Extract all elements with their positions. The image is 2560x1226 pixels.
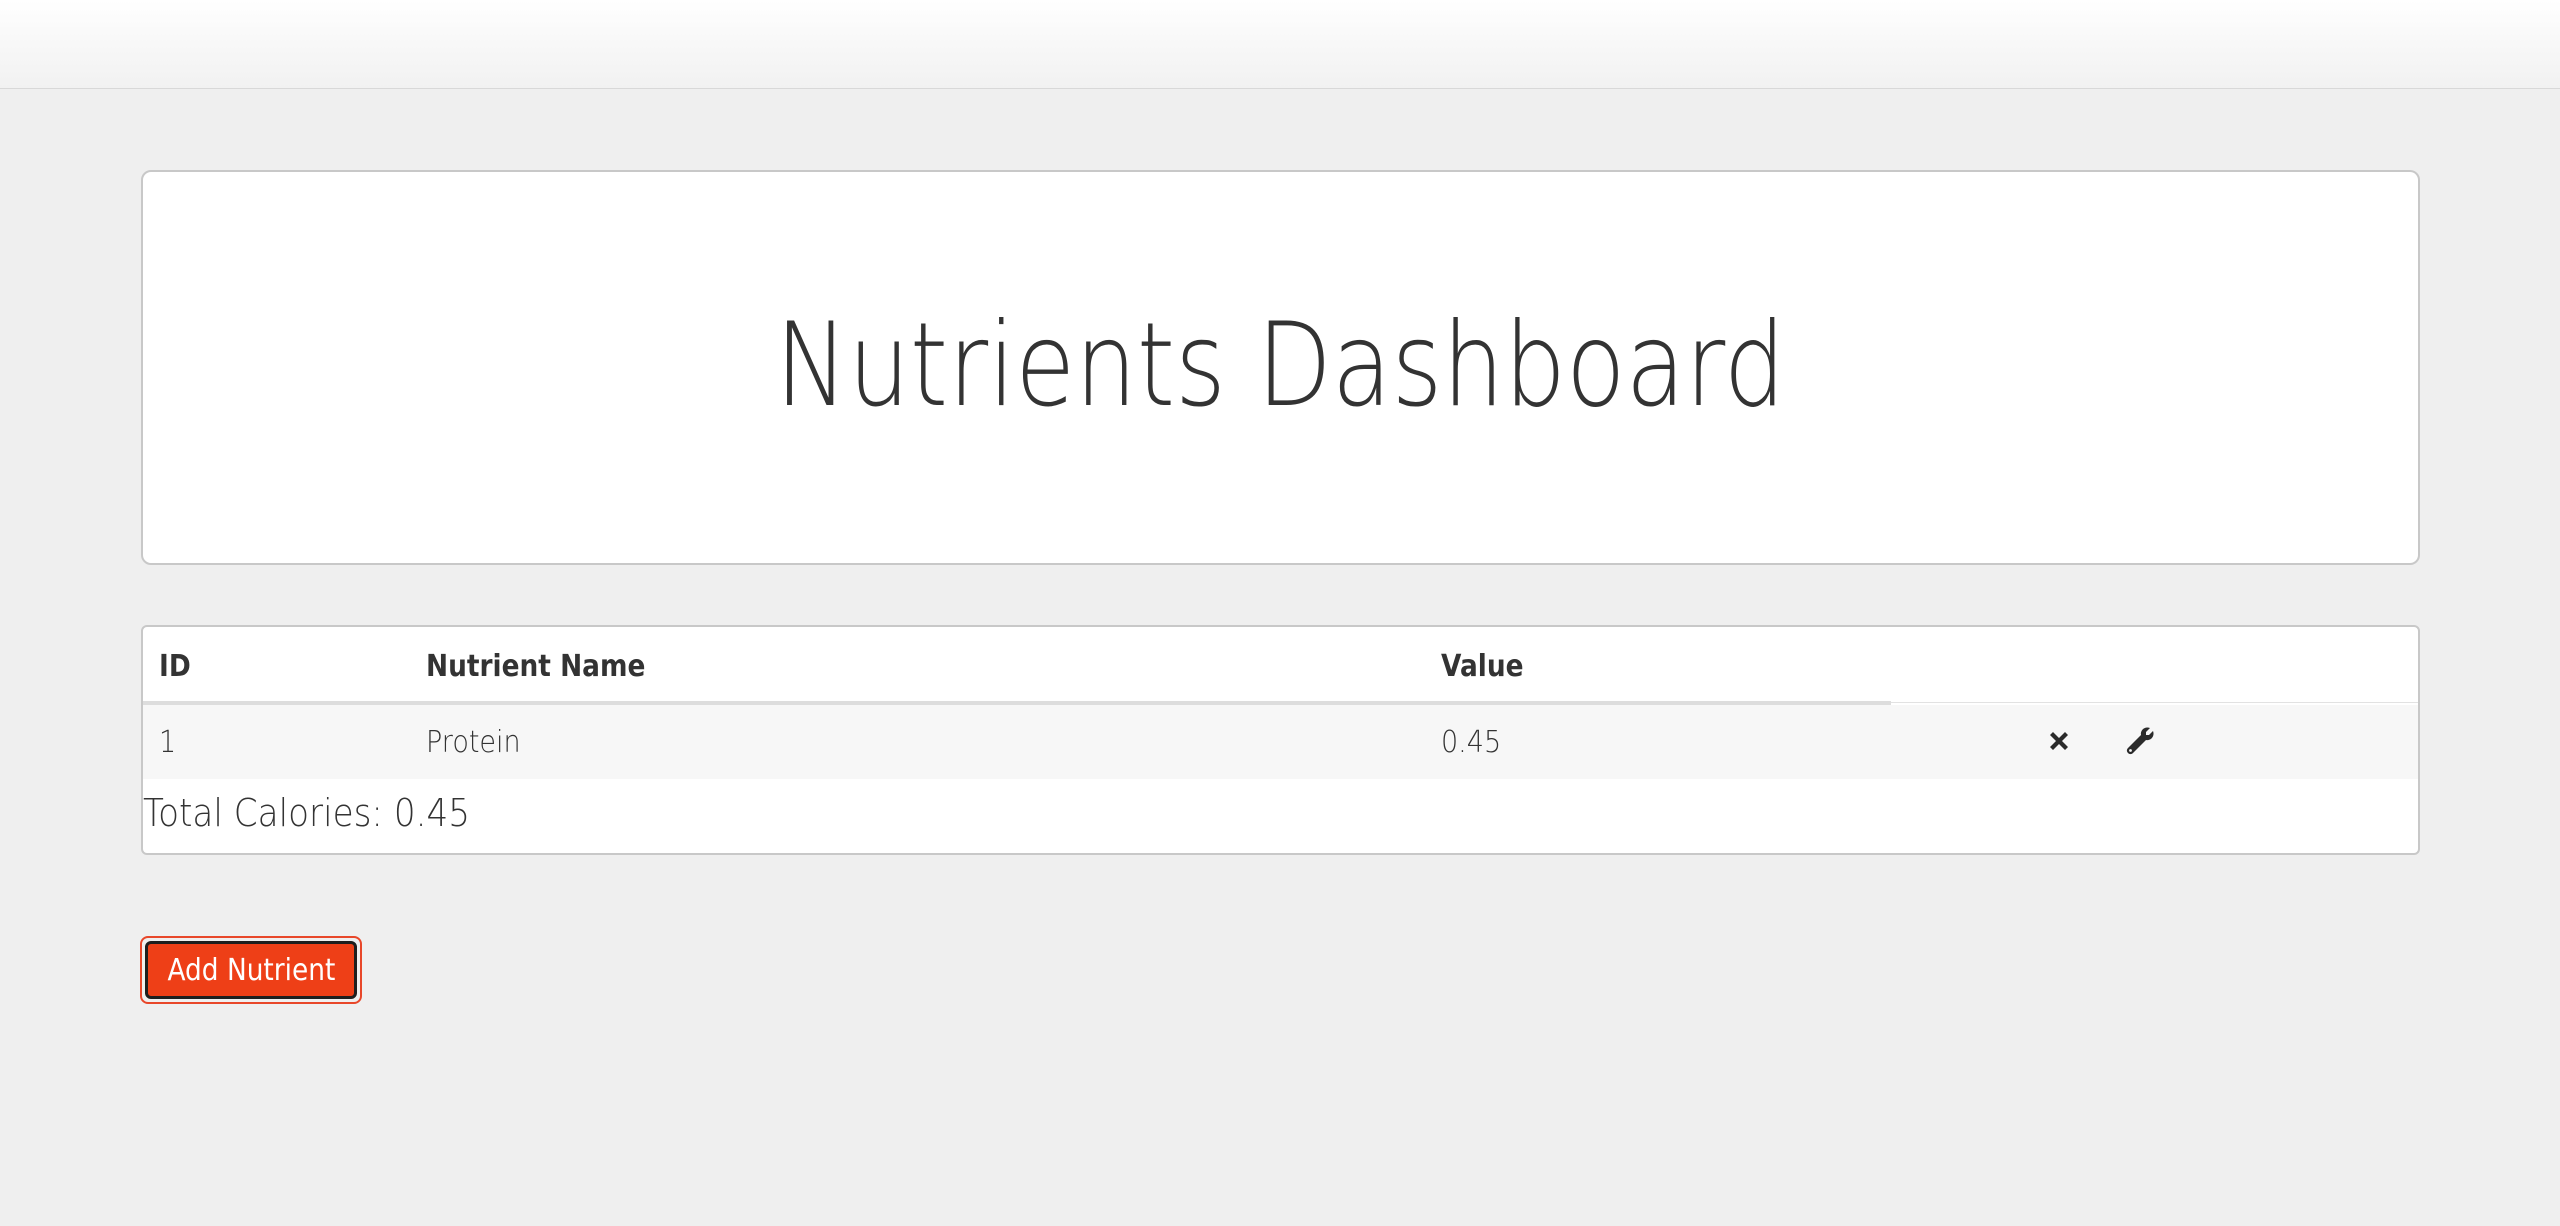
nutrients-table: ID Nutrient Name Value 1 Protein 0.45 To…: [141, 625, 2420, 855]
top-navbar: [0, 0, 2560, 89]
add-nutrient-label: Add Nutrient: [167, 952, 335, 988]
dashboard-header-panel: Nutrients Dashboard: [141, 170, 2420, 565]
page-title: Nutrients Dashboard: [775, 298, 1786, 433]
column-header-value: Value: [1441, 649, 1524, 684]
total-calories: Total Calories: 0.45: [143, 791, 470, 835]
add-nutrient-button-face[interactable]: Add Nutrient: [145, 941, 357, 999]
table-row: 1 Protein 0.45: [143, 705, 2418, 779]
table-header-row: ID Nutrient Name Value: [143, 627, 2418, 705]
add-nutrient-button[interactable]: Add Nutrient: [140, 936, 362, 1004]
cell-id: 1: [159, 725, 177, 760]
column-header-id: ID: [159, 649, 191, 684]
cell-value: 0.45: [1441, 725, 1502, 760]
header-divider-thin: [1891, 702, 2418, 703]
cell-nutrient-name: Protein: [426, 725, 521, 760]
column-header-nutrient-name: Nutrient Name: [426, 649, 646, 684]
wrench-icon[interactable]: [2122, 723, 2158, 759]
delete-icon[interactable]: [2041, 723, 2077, 759]
